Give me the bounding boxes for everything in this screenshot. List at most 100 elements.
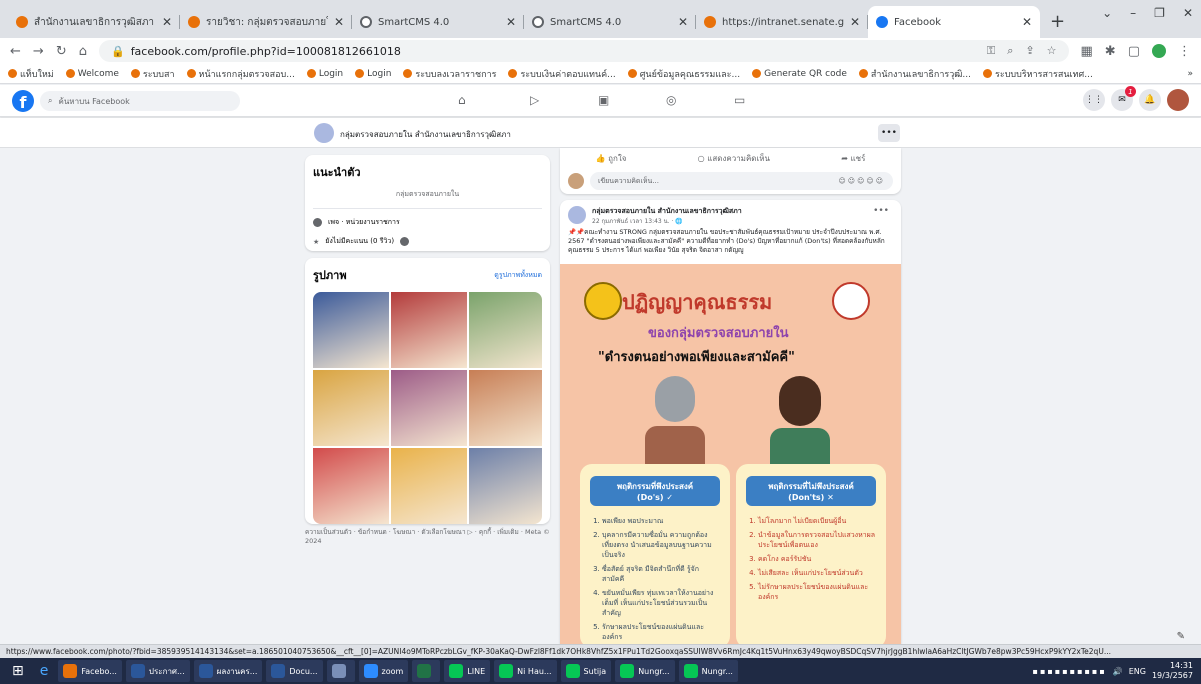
bookmark-item[interactable]: ระบบสา: [130, 67, 175, 81]
facebook-logo-icon[interactable]: f: [12, 90, 34, 112]
new-tab-button[interactable]: +: [1040, 11, 1075, 38]
photo-thumbnail[interactable]: [313, 292, 389, 368]
bookmark-item[interactable]: ระบบลงเวลาราชการ: [403, 67, 496, 81]
like-button[interactable]: 👍 ถูกใจ: [596, 152, 627, 165]
bookmark-item[interactable]: หน้าแรกกลุ่มตรวจสอบ...: [186, 67, 295, 81]
star-icon[interactable]: ☆: [1047, 44, 1057, 58]
taskbar-app-button[interactable]: Docu...: [266, 660, 323, 682]
menu-icon[interactable]: ⋮: [1178, 44, 1191, 59]
close-window-button[interactable]: ✕: [1183, 6, 1193, 20]
close-tab-icon[interactable]: ✕: [678, 15, 688, 29]
taskbar-app-button[interactable]: Facebo...: [58, 660, 122, 682]
browser-tab[interactable]: รายวิชา: กลุ่มตรวจสอบภายใน 2567 ✕: [180, 6, 352, 38]
windows-start-icon[interactable]: ⊞: [6, 663, 30, 679]
bookmark-item[interactable]: Welcome: [65, 69, 119, 79]
taskbar-app-button[interactable]: Nungr...: [615, 660, 675, 682]
photo-thumbnail[interactable]: [313, 370, 389, 446]
browser-tab[interactable]: Facebook ✕: [868, 6, 1040, 38]
bookmark-item[interactable]: ระบบบริหารสารสนเทศ...: [983, 67, 1093, 81]
photo-thumbnail[interactable]: [469, 370, 542, 446]
taskbar-app-button[interactable]: LINE: [444, 660, 491, 682]
taskbar-app-button[interactable]: Ni Hau...: [494, 660, 557, 682]
close-tab-icon[interactable]: ✕: [1022, 15, 1032, 29]
close-tab-icon[interactable]: ✕: [162, 15, 172, 29]
ie-icon[interactable]: e: [34, 663, 55, 679]
minimize-button[interactable]: –: [1130, 6, 1136, 20]
url-bar[interactable]: 🔒 facebook.com/profile.php?id=1000818126…: [98, 40, 1069, 62]
more-button[interactable]: •••: [878, 124, 900, 142]
edit-icon[interactable]: ✎: [1177, 631, 1185, 642]
post-image[interactable]: ปฏิญญาคุณธรรม ของกลุ่มตรวจสอบภายใน "ดำรง…: [560, 264, 901, 644]
browser-tab[interactable]: https://intranet.senate.go.th/ ✕: [696, 6, 868, 38]
bookmarks-overflow-icon[interactable]: »: [1187, 69, 1193, 79]
taskbar-app-button[interactable]: zoom: [358, 660, 409, 682]
post-time[interactable]: 22 กุมภาพันธ์ เวลา 13:43 น. · 🌐: [592, 216, 683, 226]
extension-icon[interactable]: ▦: [1081, 44, 1093, 59]
bookmark-item[interactable]: Login: [355, 69, 391, 79]
reload-icon[interactable]: ↻: [56, 44, 67, 59]
info-icon: [313, 218, 322, 227]
share-button[interactable]: ➦ แชร์: [841, 152, 865, 165]
photo-thumbnail[interactable]: [391, 292, 467, 368]
info-icon[interactable]: [400, 237, 410, 246]
profile-icon[interactable]: [1152, 44, 1166, 58]
photo-thumbnail[interactable]: [391, 448, 467, 524]
share-icon[interactable]: ⇪: [1025, 44, 1034, 58]
taskbar-app-button[interactable]: [326, 660, 355, 682]
gaming-nav-icon[interactable]: ▭: [734, 93, 745, 107]
facebook-search-input[interactable]: ⌕ ค้นหาบน Facebook: [40, 91, 240, 111]
comment-input[interactable]: เขียนความคิดเห็น... ☺☺☺☺☺: [590, 172, 893, 190]
bookmark-item[interactable]: แท็บใหม่: [8, 67, 54, 81]
sidepanel-icon[interactable]: ▢: [1128, 44, 1140, 59]
browser-tab[interactable]: สำนักงานเลขาธิการวุฒิสภา ✕: [8, 6, 180, 38]
bell-icon[interactable]: 🔔: [1139, 89, 1161, 111]
marketplace-nav-icon[interactable]: ▣: [598, 93, 609, 107]
emoji-icons[interactable]: ☺☺☺☺☺: [839, 177, 886, 185]
page-avatar[interactable]: [314, 123, 334, 143]
photo-thumbnail[interactable]: [469, 448, 542, 524]
bookmark-item[interactable]: Generate QR code: [752, 69, 847, 79]
photo-thumbnail[interactable]: [469, 292, 542, 368]
strong-logo: [584, 282, 622, 320]
groups-nav-icon[interactable]: ◎: [666, 93, 676, 107]
messenger-icon[interactable]: ✉ 1: [1111, 86, 1136, 111]
bookmark-item[interactable]: ศูนย์ข้อมูลคุณธรรมและ...: [627, 67, 740, 81]
home-nav-icon[interactable]: ⌂: [458, 93, 466, 107]
intro-card: แนะนำตัว กลุ่มตรวจสอบภายใน เพจ · หน่วยงา…: [305, 155, 550, 251]
clock[interactable]: 14:31 19/3/2567: [1152, 661, 1193, 681]
taskbar-app-button[interactable]: [412, 660, 441, 682]
close-tab-icon[interactable]: ✕: [850, 15, 860, 29]
tray-icons[interactable]: ▪▪▪▪▪▪▪▪▪▪: [1033, 667, 1107, 676]
video-nav-icon[interactable]: ▷: [530, 93, 539, 107]
language-indicator[interactable]: ENG: [1129, 667, 1146, 676]
key-icon[interactable]: ⚿: [987, 44, 995, 58]
taskbar-app-button[interactable]: ผลงานคร...: [193, 660, 263, 682]
volume-icon[interactable]: 🔊: [1113, 667, 1123, 676]
zoom-icon[interactable]: ⌕: [1007, 44, 1013, 58]
browser-tab[interactable]: SmartCMS 4.0 ✕: [524, 6, 696, 38]
taskbar-app-button[interactable]: Nungr...: [678, 660, 738, 682]
bookmark-item[interactable]: ระบบเงินค่าตอบแทนค์...: [508, 67, 616, 81]
maximize-button[interactable]: ❐: [1154, 6, 1165, 20]
back-icon[interactable]: ←: [10, 44, 21, 59]
browser-tab[interactable]: SmartCMS 4.0 ✕: [352, 6, 524, 38]
post-avatar[interactable]: [568, 206, 586, 224]
close-tab-icon[interactable]: ✕: [334, 15, 344, 29]
taskbar-app-button[interactable]: ประกาศ...: [125, 660, 190, 682]
forward-icon[interactable]: →: [33, 44, 44, 59]
app-icon: [417, 664, 432, 678]
bookmark-item[interactable]: Login: [306, 69, 343, 79]
bookmark-item[interactable]: สำนักงานเลขาธิการวุฒิ...: [858, 67, 971, 81]
comment-button[interactable]: ○ แสดงความคิดเห็น: [698, 152, 770, 165]
home-icon[interactable]: ⌂: [79, 44, 87, 59]
photo-thumbnail[interactable]: [313, 448, 389, 524]
chevron-down-icon[interactable]: ⌄: [1102, 6, 1112, 20]
avatar[interactable]: [1167, 89, 1189, 111]
puzzle-icon[interactable]: ✱: [1105, 44, 1116, 59]
taskbar-app-button[interactable]: Sutija: [560, 660, 612, 682]
photo-thumbnail[interactable]: [391, 370, 467, 446]
close-tab-icon[interactable]: ✕: [506, 15, 516, 29]
apps-menu-icon[interactable]: ⋮⋮: [1083, 89, 1105, 111]
see-all-photos-link[interactable]: ดูรูปภาพทั้งหมด: [494, 270, 542, 281]
post-more-icon[interactable]: •••: [873, 206, 889, 216]
